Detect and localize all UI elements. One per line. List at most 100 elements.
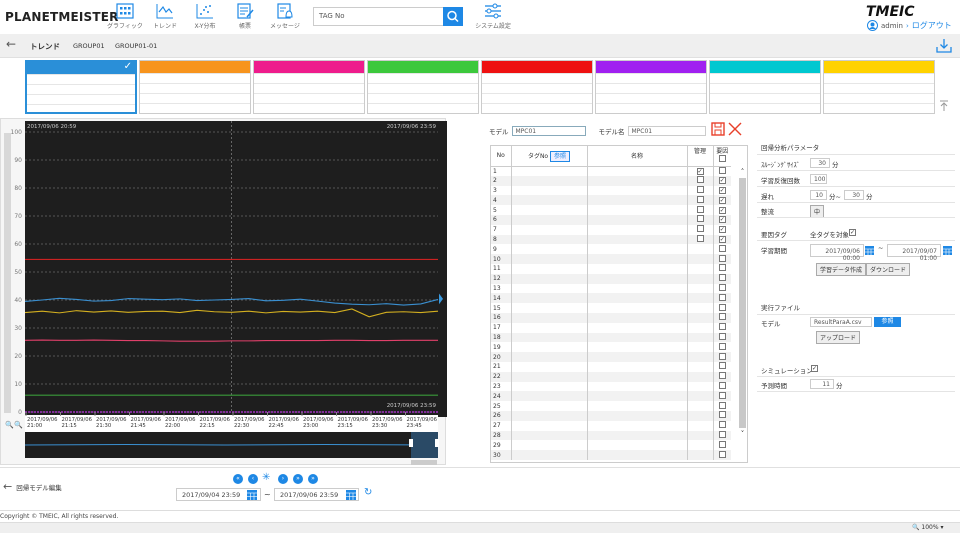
youin-checkbox[interactable]: ✓ [718, 186, 726, 194]
youin-checkbox[interactable]: ✓ [718, 216, 726, 224]
scroll-down-icon[interactable]: ˅ [738, 430, 747, 438]
youin-checkbox[interactable] [718, 244, 726, 252]
delay-from-input[interactable]: 10 [810, 190, 827, 200]
upload-button[interactable]: アップロード [816, 331, 861, 344]
model-name-input[interactable]: MPC01 [627, 126, 706, 136]
youin-checkbox[interactable] [718, 430, 726, 438]
row-tag[interactable] [510, 224, 587, 235]
kanri-checkbox[interactable] [696, 205, 704, 213]
zoom-in-icon[interactable]: 🔍 [14, 420, 23, 429]
scroll-top-icon[interactable] [938, 100, 950, 112]
logout-link[interactable]: ログアウト [912, 20, 952, 31]
row-tag[interactable] [510, 332, 587, 343]
model-file-input[interactable]: ResultParaA.csv [810, 317, 872, 327]
row-tag[interactable] [510, 420, 587, 431]
breadcrumb-item[interactable]: GROUP01-01 [115, 42, 157, 50]
row-tag[interactable] [510, 342, 587, 353]
youin-checkbox[interactable] [718, 254, 726, 262]
row-tag[interactable] [510, 263, 587, 274]
kanri-checkbox[interactable] [696, 195, 704, 203]
youin-checkbox[interactable] [718, 313, 726, 321]
row-tag[interactable] [510, 205, 587, 215]
refresh-icon[interactable]: ↻ [364, 487, 372, 498]
kanri-checkbox[interactable]: ✓ [696, 167, 704, 175]
prev-icon[interactable]: ‹ [248, 474, 258, 484]
scroll-thumb[interactable] [739, 178, 746, 428]
youin-checkbox[interactable]: ✓ [718, 206, 726, 214]
youin-checkbox[interactable] [718, 421, 726, 429]
row-tag[interactable] [510, 273, 587, 284]
tag-card[interactable] [823, 60, 935, 114]
learn-iterations-input[interactable]: 100 [810, 174, 827, 184]
youin-checkbox[interactable]: ✓ [718, 226, 726, 234]
youin-checkbox[interactable] [718, 303, 726, 311]
row-tag[interactable] [510, 440, 587, 451]
nav-message[interactable]: メッセージ [265, 3, 305, 30]
save-icon[interactable] [711, 122, 725, 136]
tag-card[interactable] [139, 60, 251, 114]
row-tag[interactable] [510, 371, 587, 382]
tag-card[interactable] [595, 60, 707, 114]
row-tag[interactable] [510, 175, 587, 186]
back-arrow-icon[interactable]: ← [6, 37, 16, 51]
back-to-model-edit[interactable]: ← 回帰モデル編集 [3, 480, 62, 493]
kanri-checkbox[interactable] [696, 185, 704, 193]
last-page-icon[interactable]: » [308, 474, 318, 484]
download-button[interactable]: ダウンロード [866, 263, 911, 276]
youin-checkbox[interactable] [718, 401, 726, 409]
scroll-up-icon[interactable]: ˄ [738, 168, 747, 176]
first-page-icon[interactable]: « [233, 474, 243, 484]
nav-scatter[interactable]: X-Y分布 [185, 3, 225, 30]
tag-card[interactable] [367, 60, 479, 114]
row-tag[interactable] [510, 185, 587, 196]
row-tag[interactable] [510, 254, 587, 264]
row-tag[interactable] [510, 391, 587, 402]
row-tag[interactable] [510, 166, 587, 176]
row-tag[interactable] [510, 401, 587, 411]
system-settings-button[interactable]: システム設定 [473, 3, 513, 30]
row-tag[interactable] [510, 381, 587, 392]
calendar-icon[interactable] [942, 244, 953, 256]
youin-checkbox[interactable] [718, 381, 726, 389]
zoom-level[interactable]: 🔍 100% ▾ [912, 524, 943, 531]
row-tag[interactable] [510, 361, 587, 372]
youin-checkbox[interactable] [718, 342, 726, 350]
youin-checkbox[interactable] [718, 283, 726, 291]
row-tag[interactable] [510, 283, 587, 294]
row-tag[interactable] [510, 352, 587, 362]
youin-checkbox[interactable] [718, 450, 726, 458]
youin-checkbox[interactable]: ✓ [718, 177, 726, 185]
delay-to-input[interactable]: 30 [844, 190, 864, 200]
row-tag[interactable] [510, 214, 587, 225]
youin-checkbox[interactable] [718, 332, 726, 340]
youin-checkbox[interactable] [718, 293, 726, 301]
navigator-selection[interactable] [411, 432, 438, 458]
navigator-scrollbar[interactable] [411, 460, 437, 465]
row-tag[interactable] [510, 450, 587, 460]
y-scroll-bar[interactable] [4, 133, 11, 413]
delete-icon[interactable] [728, 122, 742, 136]
youin-checkbox[interactable] [718, 352, 726, 360]
youin-checkbox[interactable]: ✓ [718, 235, 726, 243]
download-icon[interactable] [936, 38, 952, 54]
youin-checkbox[interactable] [718, 440, 726, 448]
predict-time-input[interactable]: 11 [810, 379, 834, 389]
calendar-icon[interactable] [246, 488, 258, 501]
tag-card[interactable] [709, 60, 821, 114]
row-tag[interactable] [510, 410, 587, 421]
simulation-checkbox[interactable]: ✓ [811, 365, 818, 372]
row-tag[interactable] [510, 293, 587, 304]
row-tag[interactable] [510, 244, 587, 255]
trend-chart[interactable]: 01020304050607080901000.001.202.403.604.… [1, 119, 470, 466]
period-to-input[interactable]: 2017/09/07 01:00 [887, 244, 941, 262]
tag-ref-button[interactable]: 参照 [550, 151, 571, 163]
youin-all-checkbox[interactable] [718, 155, 726, 162]
youin-checkbox[interactable] [718, 274, 726, 282]
model-input[interactable]: MPC01 [511, 126, 586, 136]
breadcrumb-item[interactable]: GROUP01 [73, 42, 105, 50]
model-ref-button[interactable]: 参照 [874, 317, 901, 327]
tag-card[interactable]: ✓ [25, 60, 137, 114]
row-tag[interactable] [510, 430, 587, 441]
youin-checkbox[interactable] [718, 323, 726, 331]
youin-checkbox[interactable] [718, 166, 726, 174]
